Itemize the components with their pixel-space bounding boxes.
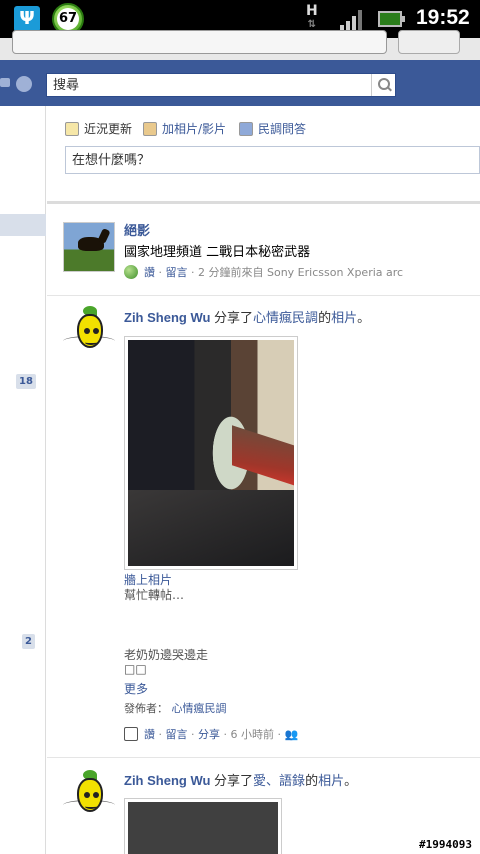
privacy-icon: 👥 xyxy=(284,728,299,741)
story-actor-link[interactable]: 絕影 xyxy=(124,220,150,239)
avatar[interactable] xyxy=(63,222,115,272)
story-actor-link[interactable]: Zih Sheng Wu xyxy=(124,310,210,325)
battery-icon xyxy=(378,11,405,27)
feed-story: Zih Sheng Wu 分享了心情瘋民調的相片。 牆上相片 幫忙轉帖… 老奶奶… xyxy=(47,296,480,758)
status-input[interactable] xyxy=(65,146,480,174)
avatar[interactable] xyxy=(63,770,115,820)
browser-go-button[interactable] xyxy=(398,30,460,54)
status-update-icon xyxy=(65,122,79,136)
photo-caption: 幫忙轉帖… xyxy=(124,588,185,602)
sidebar-selected-item[interactable] xyxy=(0,214,46,236)
story-verb: 的 xyxy=(305,773,319,788)
story-verb: 分享了 xyxy=(210,773,254,788)
shared-page-link[interactable]: 愛、語錄 xyxy=(253,773,305,788)
search-icon[interactable] xyxy=(371,74,395,96)
usb-icon: Ψ xyxy=(14,6,40,32)
tab-label: 民調問答 xyxy=(258,122,307,136)
url-bar[interactable] xyxy=(12,30,387,54)
tab-label: 近況更新 xyxy=(84,122,133,136)
story-actor-link[interactable]: Zih Sheng Wu xyxy=(124,773,210,788)
tab-label: 加相片/影片 xyxy=(162,122,227,136)
feed-story: 絕影 國家地理頻道 二戰日本秘密武器 讚 · 留言 · 2 分鐘前來自 Sony… xyxy=(47,204,480,296)
watermark: #1994093 xyxy=(417,838,474,851)
poster-link[interactable]: 心情瘋民調 xyxy=(172,702,227,715)
story-meta: 讚 · 留言 · 2 分鐘前來自 Sony Ericsson Xperia ar… xyxy=(124,264,403,280)
shared-page-link[interactable]: 心情瘋民調 xyxy=(253,310,318,325)
signal-icon xyxy=(340,10,364,30)
story-verb: 。 xyxy=(357,310,371,325)
tab-add-photo-video[interactable]: 加相片/影片 xyxy=(143,120,226,138)
story-timestamp: 6 小時前 xyxy=(230,728,275,741)
sidebar-count-badge[interactable]: 18 xyxy=(16,374,36,389)
photo-caption: 老奶奶邊哭邊走 xyxy=(124,648,209,662)
feed-story: Zih Sheng Wu 分享了愛、語錄的相片。 xyxy=(47,758,480,854)
share-link[interactable]: 分享 xyxy=(198,728,220,741)
wall-photo-icon xyxy=(124,727,138,741)
network-type-indicator: H ⇅ xyxy=(306,3,318,30)
shared-photo-link[interactable]: 相片 xyxy=(318,773,344,788)
poster-line: 發佈者： 心情瘋民調 xyxy=(124,700,227,716)
story-meta: 讚 · 留言 · 分享 · 6 小時前 · 👥 xyxy=(124,726,298,742)
sidebar-count-badge[interactable]: 2 xyxy=(22,634,35,649)
browser-toolbar xyxy=(0,30,480,60)
shared-photo-link[interactable]: 相片 xyxy=(331,310,357,325)
search-input[interactable] xyxy=(47,74,367,97)
like-link[interactable]: 讚 xyxy=(144,728,155,741)
left-sidebar: 18 2 xyxy=(0,106,46,854)
notifications-globe-icon[interactable] xyxy=(16,76,32,92)
tab-poll[interactable]: 民調問答 xyxy=(239,120,306,138)
poster-label: 發佈者： xyxy=(124,702,168,715)
story-text: 國家地理頻道 二戰日本秘密武器 xyxy=(124,245,311,260)
facebook-header xyxy=(0,60,480,106)
network-type-label: H xyxy=(306,3,318,19)
status-composer: 近況更新 加相片/影片 民調問答 xyxy=(47,106,480,204)
messages-icon[interactable] xyxy=(0,78,10,87)
notification-count: 67 xyxy=(57,8,79,30)
story-verb: 。 xyxy=(344,773,358,788)
search-box xyxy=(46,73,396,97)
shared-photo[interactable] xyxy=(124,798,282,854)
story-headline: Zih Sheng Wu 分享了心情瘋民調的相片。 xyxy=(124,307,370,326)
avatar[interactable] xyxy=(63,306,115,356)
comment-link[interactable]: 留言 xyxy=(166,728,188,741)
photo-caption: □□ xyxy=(124,662,147,676)
story-verb: 分享了 xyxy=(210,310,254,325)
sony-ericsson-icon xyxy=(124,265,138,279)
tab-status-update[interactable]: 近況更新 xyxy=(65,120,132,138)
photo-image xyxy=(128,802,278,854)
photo-image xyxy=(128,340,294,566)
comment-link[interactable]: 留言 xyxy=(166,266,188,279)
like-link[interactable]: 讚 xyxy=(144,266,155,279)
poll-icon xyxy=(239,122,253,136)
story-timestamp: 2 分鐘前來自 Sony Ericsson Xperia arc xyxy=(198,266,404,279)
story-verb: 的 xyxy=(318,310,332,325)
see-more-link[interactable]: 更多 xyxy=(124,680,148,697)
story-headline: Zih Sheng Wu 分享了愛、語錄的相片。 xyxy=(124,770,357,789)
photo-icon xyxy=(143,122,157,136)
shared-photo[interactable] xyxy=(124,336,298,570)
clock: 19:52 xyxy=(416,6,470,29)
